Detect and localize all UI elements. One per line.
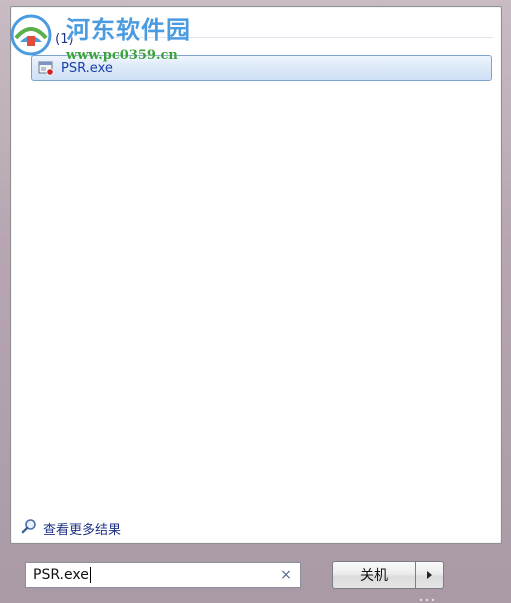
search-input-value[interactable]: PSR.exe bbox=[33, 567, 278, 583]
programs-group-label: 程序 (1) bbox=[25, 31, 74, 47]
see-more-label: 查看更多结果 bbox=[43, 522, 122, 538]
shutdown-button[interactable]: 关机 bbox=[332, 561, 416, 589]
shutdown-group: 关机 bbox=[332, 561, 444, 589]
shutdown-options-button[interactable] bbox=[416, 561, 444, 589]
search-icon bbox=[21, 518, 37, 538]
search-input[interactable]: PSR.exe × bbox=[25, 562, 301, 588]
result-item-label: PSR.exe bbox=[61, 60, 113, 76]
see-more-results-link[interactable]: 查看更多结果 bbox=[21, 518, 121, 538]
resize-grip-icon bbox=[419, 598, 435, 602]
result-item-psr[interactable]: PSR.exe bbox=[31, 55, 492, 81]
text-caret bbox=[89, 567, 91, 583]
programs-group-header[interactable]: 程序 (1) bbox=[25, 29, 493, 47]
search-text: PSR.exe bbox=[33, 567, 89, 583]
clear-icon[interactable]: × bbox=[278, 567, 294, 583]
psr-app-icon bbox=[38, 60, 54, 76]
start-menu: 程序 (1) PSR.exe 查看更多结果 PSR.exe × 关机 河东软件园… bbox=[0, 0, 511, 603]
chevron-right-icon bbox=[427, 571, 432, 579]
search-results-panel: 程序 (1) PSR.exe 查看更多结果 bbox=[10, 6, 502, 544]
group-divider bbox=[79, 36, 493, 38]
